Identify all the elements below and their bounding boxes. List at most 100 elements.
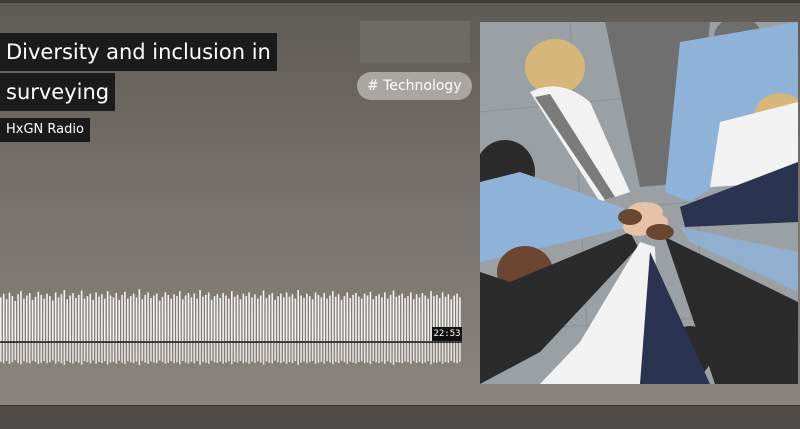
waveform-bar — [147, 292, 149, 342]
waveform-reflection-bar — [294, 343, 297, 362]
waveform-reflection-bar — [245, 343, 248, 363]
waveform-reflection-bar — [170, 343, 172, 362]
waveform-bar — [285, 292, 288, 342]
waveform-bar — [392, 290, 395, 342]
waveform-reflection-bar — [291, 343, 294, 364]
waveform-reflection-bar — [193, 343, 196, 364]
waveform-bar — [46, 293, 48, 342]
waveform-bar — [213, 296, 216, 342]
waveform-bar — [112, 297, 115, 342]
waveform-bar — [23, 298, 25, 342]
waveform-bar — [109, 295, 112, 342]
waveform-bar — [242, 293, 245, 342]
waveform-bar — [358, 296, 360, 342]
waveform-reflection-bar — [366, 343, 369, 363]
waveform-bar — [375, 296, 377, 342]
waveform-reflection-bar — [43, 343, 45, 362]
waveform-bar — [5, 299, 8, 342]
waveform-reflection-bar — [418, 343, 421, 362]
waveform-bar — [190, 297, 193, 342]
waveform-reflection-bar — [306, 343, 308, 364]
waveform-bar — [89, 293, 92, 342]
episode-title-line-2[interactable]: surveying — [0, 73, 116, 111]
waveform-reflection-bar — [369, 343, 372, 365]
waveform-reflection-bar — [17, 343, 19, 364]
waveform-bar — [395, 296, 398, 342]
waveform-bar — [17, 294, 19, 342]
waveform-reflection-bar — [381, 343, 383, 362]
waveform-bar — [334, 296, 337, 342]
waveform-reflection-bar — [179, 343, 181, 365]
waveform-reflection-bar — [124, 343, 126, 365]
waveform-bar — [170, 298, 172, 342]
waveform-reflection-bar — [384, 343, 386, 364]
waveform-reflection-bar — [144, 343, 146, 363]
waveform-bar — [254, 294, 256, 342]
waveform-bar — [329, 295, 331, 342]
waveform-reflection-bar — [282, 343, 285, 362]
waveform-reflection-bar — [216, 343, 219, 364]
waveform-reflection-bar — [95, 343, 97, 364]
waveform-bar — [141, 299, 144, 342]
waveform-reflection-bar — [89, 343, 92, 364]
waveform-reflection-bar — [210, 343, 213, 361]
waveform-reflection-bar — [363, 343, 366, 364]
waveform-reflection-bar — [398, 343, 401, 363]
waveform-reflection-bar — [392, 343, 395, 365]
waveform-reflection-bar — [135, 343, 138, 362]
waveform-bar — [259, 295, 262, 342]
waveform-bar — [161, 296, 164, 342]
waveform-bar — [118, 299, 120, 342]
waveform-bar — [401, 293, 403, 342]
waveform-reflection-bar — [340, 343, 343, 361]
waveform-bar — [303, 297, 305, 342]
waveform-reflection-bar — [199, 343, 201, 365]
episode-title-line-1[interactable]: Diversity and inclusion in — [0, 33, 277, 71]
waveform-reflection-bar — [54, 343, 57, 364]
waveform-bar — [418, 297, 421, 342]
waveform-bar — [222, 293, 224, 342]
image-placeholder — [360, 21, 470, 63]
waveform-reflection-bar — [459, 343, 461, 362]
waveform-bar — [378, 294, 380, 342]
waveform-bar — [239, 299, 242, 342]
waveform-bar — [14, 301, 17, 342]
waveform-reflection-bar — [332, 343, 334, 365]
waveform-bar — [271, 293, 274, 342]
waveform-reflection-bar — [11, 343, 14, 363]
waveform-reflection-bar — [303, 343, 305, 362]
waveform-reflection-bar — [239, 343, 242, 361]
waveform-bar — [57, 297, 60, 342]
waveform-bar — [72, 293, 74, 342]
waveform-reflection-bar — [456, 343, 458, 364]
waveform-bar — [216, 294, 219, 342]
waveform-reflection-bar — [28, 343, 31, 364]
waveform-bar — [251, 297, 253, 342]
waveform-reflection-bar — [46, 343, 48, 364]
waveform-bar — [187, 293, 190, 342]
waveform-bar — [265, 297, 268, 342]
waveform-reflection-bar — [352, 343, 354, 363]
waveform-reflection-bar — [20, 343, 22, 365]
waveform-reflection-bar — [233, 343, 236, 362]
waveform-reflection-bar — [421, 343, 424, 364]
waveform-reflection-bar — [427, 343, 429, 362]
waveform-reflection-bar — [153, 343, 155, 363]
audio-waveform[interactable] — [0, 270, 462, 370]
show-name-label[interactable]: HxGN Radio — [0, 118, 90, 142]
waveform-reflection-bar — [256, 343, 259, 362]
waveform-reflection-bar — [8, 343, 11, 364]
waveform-reflection-bar — [173, 343, 175, 364]
waveform-bar — [80, 290, 83, 342]
waveform-bar — [86, 296, 89, 342]
waveform-reflection-bar — [389, 343, 392, 363]
waveform-reflection-bar — [205, 343, 207, 363]
waveform-bar — [282, 297, 285, 342]
waveform-bar — [323, 293, 325, 342]
waveform-reflection-bar — [358, 343, 360, 362]
waveform-reflection-bar — [60, 343, 63, 364]
waveform-reflection-bar — [372, 343, 375, 361]
technology-tag-chip[interactable]: # Technology — [357, 72, 472, 100]
waveform-reflection-bar — [0, 343, 2, 362]
waveform-reflection-bar — [150, 343, 152, 362]
